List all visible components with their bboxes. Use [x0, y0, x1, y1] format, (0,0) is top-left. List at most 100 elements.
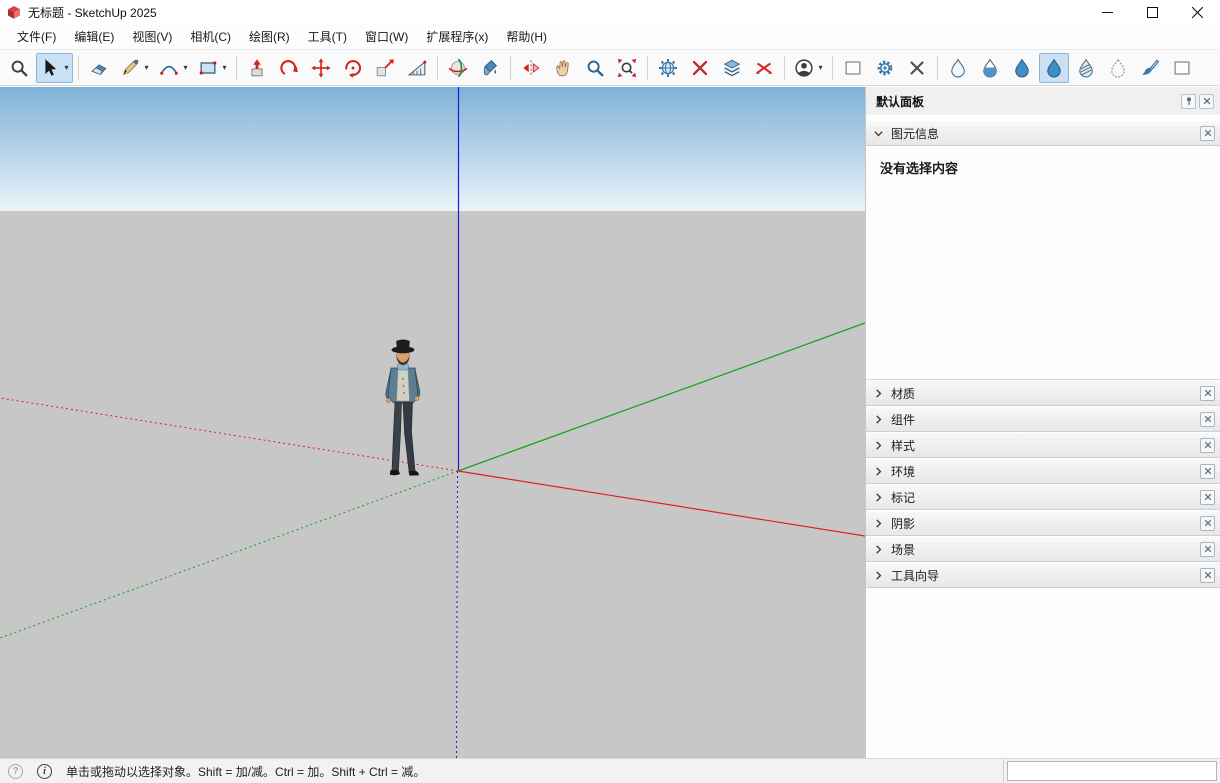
menu-extensions[interactable]: 扩展程序(x)	[417, 24, 497, 49]
wireframe-style-button[interactable]	[975, 53, 1005, 83]
close-section-button[interactable]	[1200, 412, 1215, 427]
move-icon	[309, 56, 333, 80]
close-x-tool-button[interactable]	[902, 53, 932, 83]
redx1-icon	[688, 56, 712, 80]
crossed-arrows-tool-button[interactable]	[749, 53, 779, 83]
styles-brush-tool-button[interactable]	[1135, 53, 1165, 83]
close-section-button[interactable]	[1200, 490, 1215, 505]
monochrome-style-button[interactable]	[1071, 53, 1101, 83]
paint-bucket-tool-button[interactable]	[475, 53, 505, 83]
frame-tool-button[interactable]	[838, 53, 868, 83]
drop-outline-icon	[946, 56, 970, 80]
close-section-button[interactable]	[1200, 516, 1215, 531]
panel-section-scenes[interactable]: 场景	[866, 536, 1220, 562]
panel-section-environments[interactable]: 环境	[866, 458, 1220, 484]
maximize-button[interactable]	[1130, 0, 1175, 24]
panel-sections: 材质组件样式环境标记阴影场景工具向导	[866, 380, 1220, 588]
layers-tool-button[interactable]	[717, 53, 747, 83]
close-button[interactable]	[1175, 0, 1220, 24]
menu-view[interactable]: 视图(V)	[123, 24, 181, 49]
pan-tool-button[interactable]	[548, 53, 578, 83]
toolbar-separator	[832, 56, 833, 80]
orbit-tool-button[interactable]	[443, 53, 473, 83]
tape-measure-tool-button[interactable]	[402, 53, 432, 83]
pushpull-tool-button[interactable]	[242, 53, 272, 83]
settings-tool-button[interactable]	[870, 53, 900, 83]
extension-warehouse-tool-button[interactable]	[653, 53, 683, 83]
panel-title: 默认面板	[876, 93, 1178, 110]
chevron-right-icon	[874, 467, 886, 476]
menu-help[interactable]: 帮助(H)	[497, 24, 556, 49]
pin-panel-button[interactable]	[1181, 94, 1196, 109]
search-icon	[7, 56, 31, 80]
dropdown-arrow-icon[interactable]: ▾	[220, 63, 229, 72]
toolbar-separator	[784, 56, 785, 80]
orbit-icon	[446, 56, 470, 80]
panel-section-shadows[interactable]: 阴影	[866, 510, 1220, 536]
viewport[interactable]	[0, 87, 865, 758]
close-section-button[interactable]	[1200, 386, 1215, 401]
panel-section-entity-info[interactable]: 图元信息	[866, 120, 1220, 146]
panel-section-instructor[interactable]: 工具向导	[866, 562, 1220, 588]
panel-section-materials[interactable]: 材质	[866, 380, 1220, 406]
menu-camera[interactable]: 相机(C)	[181, 24, 240, 49]
panel-section-tags[interactable]: 标记	[866, 484, 1220, 510]
axis-green-solid	[458, 323, 865, 471]
search-tool-button[interactable]	[4, 53, 34, 83]
eraser-tool-button[interactable]	[84, 53, 114, 83]
close-section-button[interactable]	[1200, 438, 1215, 453]
info-icon[interactable]: i	[37, 764, 52, 779]
tape-icon	[405, 56, 429, 80]
warehouse-share-tool-button[interactable]	[685, 53, 715, 83]
rotate-tool-button[interactable]	[338, 53, 368, 83]
offset-tool-button[interactable]	[274, 53, 304, 83]
close-panel-button[interactable]	[1199, 94, 1214, 109]
dropdown-arrow-icon[interactable]: ▾	[816, 63, 825, 72]
window-title: 无标题 - SketchUp 2025	[28, 4, 157, 21]
menu-window[interactable]: 窗口(W)	[356, 24, 417, 49]
zoom-extents-tool-button[interactable]	[612, 53, 642, 83]
scene-svg[interactable]	[0, 87, 865, 758]
flip-tool-button[interactable]	[516, 53, 546, 83]
shaded-style-button[interactable]	[1039, 53, 1069, 83]
move-tool-button[interactable]	[306, 53, 336, 83]
dropdown-arrow-icon[interactable]: ▾	[62, 63, 71, 72]
eraser-icon	[87, 56, 111, 80]
axis-blue-dotted	[457, 471, 458, 758]
account-menu-button[interactable]: ▾	[790, 53, 827, 83]
panel-section-styles[interactable]: 样式	[866, 432, 1220, 458]
hidden-line-style-button[interactable]	[1007, 53, 1037, 83]
zoom-tool-button[interactable]	[580, 53, 610, 83]
main-area: 默认面板 图元信息 没有选择内容	[0, 87, 1220, 758]
no-selection-message: 没有选择内容	[880, 161, 958, 176]
close-section-button[interactable]	[1200, 464, 1215, 479]
menu-draw[interactable]: 绘图(R)	[240, 24, 299, 49]
close-section-button[interactable]	[1200, 568, 1215, 583]
panel-section-components[interactable]: 组件	[866, 406, 1220, 432]
account-icon	[792, 56, 816, 80]
menu-edit[interactable]: 编辑(E)	[65, 24, 123, 49]
dropdown-arrow-icon[interactable]: ▾	[181, 63, 190, 72]
dropdown-arrow-icon[interactable]: ▾	[142, 63, 151, 72]
menu-tools[interactable]: 工具(T)	[299, 24, 356, 49]
rectangle-tool-button[interactable]: ▾	[194, 53, 231, 83]
clipped-edge-tool-button[interactable]	[1167, 53, 1197, 83]
pan-icon	[551, 56, 575, 80]
scale-tool-button[interactable]	[370, 53, 400, 83]
section-label: 图元信息	[891, 125, 1200, 142]
line-tool-button[interactable]: ▾	[116, 53, 153, 83]
menu-file[interactable]: 文件(F)	[8, 24, 65, 49]
select-icon	[38, 56, 62, 80]
toolbar-separator	[510, 56, 511, 80]
scale-figure[interactable]	[386, 340, 420, 476]
help-question-icon[interactable]: ?	[8, 764, 23, 779]
xray-style-button[interactable]	[943, 53, 973, 83]
measurements-input[interactable]	[1007, 761, 1217, 781]
close-section-button[interactable]	[1200, 542, 1215, 557]
back-edges-style-button[interactable]	[1103, 53, 1133, 83]
arc-tool-button[interactable]: ▾	[155, 53, 192, 83]
close-section-button[interactable]	[1200, 126, 1215, 141]
select-tool-button[interactable]: ▾	[36, 53, 73, 83]
minimize-button[interactable]	[1085, 0, 1130, 24]
title-bar: 无标题 - SketchUp 2025	[0, 0, 1220, 24]
